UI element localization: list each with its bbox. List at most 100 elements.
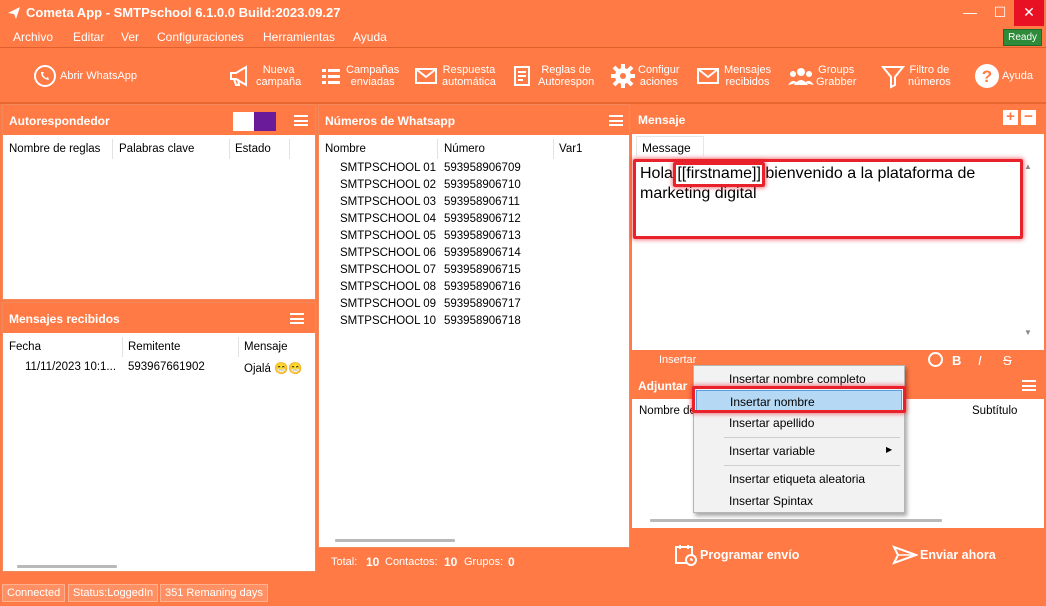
megaphone-icon (228, 63, 254, 89)
col-keywords[interactable]: Palabras clave (119, 143, 194, 155)
open-whatsapp-label: Abrir WhatsApp (60, 70, 138, 82)
mail-reply-icon (414, 63, 440, 89)
autoresponder-rules-button[interactable]: Reglas de Autorespon (510, 48, 594, 104)
new-campaign-button[interactable]: Nueva campaña (228, 48, 301, 104)
app-logo-icon (8, 7, 20, 19)
remove-message-icon[interactable]: − (1021, 109, 1036, 125)
table-row[interactable]: SMTPSCHOOL 04 593958906712 (319, 212, 629, 229)
menu-insert-variable[interactable]: Insertar variable ▶ (696, 440, 902, 461)
row-name: SMTPSCHOOL 05 (340, 230, 437, 242)
menu-ver[interactable]: Ver (121, 30, 139, 44)
status-connected: Connected (2, 584, 66, 602)
color-toggle-white[interactable] (233, 112, 254, 131)
table-row[interactable]: 11/11/2023 10:1... 593967661902 Ojalá 😁😁 (3, 360, 315, 377)
title-bar: Cometa App - SMTPschool 6.1.0.0 Build:20… (0, 0, 1046, 26)
col-date[interactable]: Fecha (9, 341, 41, 353)
table-row[interactable]: SMTPSCHOOL 06 593958906714 (319, 246, 629, 263)
table-row[interactable]: SMTPSCHOOL 01 593958906709 (319, 161, 629, 178)
envelope-icon (696, 63, 722, 89)
received-hscrollbar[interactable] (17, 565, 117, 568)
menu-archivo[interactable]: Archivo (13, 30, 53, 44)
menu-item-label: Insertar Spintax (729, 494, 814, 508)
menu-item-label: Insertar etiqueta aleatoria (729, 472, 866, 486)
menu-item-label: Insertar apellido (729, 416, 815, 430)
open-whatsapp-button[interactable]: Abrir WhatsApp (32, 48, 137, 104)
row-number: 593958906715 (444, 264, 521, 276)
auto-reply-label-2: automática (442, 76, 496, 88)
message-header: Mensaje + − (632, 104, 1044, 134)
menu-item-label: Insertar variable (729, 444, 816, 458)
new-campaign-label-1: Nueva (262, 64, 295, 76)
menu-insert-last-name[interactable]: Insertar apellido (696, 412, 902, 433)
received-columns: Fecha Remitente Mensaje (3, 337, 315, 357)
col-rule-name[interactable]: Nombre de reglas (9, 143, 100, 155)
col-status[interactable]: Estado (235, 143, 271, 155)
col-var1[interactable]: Var1 (559, 143, 582, 155)
sent-campaigns-button[interactable]: Campañas enviadas (318, 48, 399, 104)
col-name[interactable]: Nombre (325, 143, 366, 155)
table-row[interactable]: SMTPSCHOOL 05 593958906713 (319, 229, 629, 246)
action-bar: Programar envío Enviar ahora (632, 530, 1046, 580)
italic-button[interactable]: I (978, 353, 982, 368)
add-message-icon[interactable]: + (1003, 109, 1018, 125)
groups-grabber-button[interactable]: Groups Grabber (788, 48, 856, 104)
menu-configuraciones[interactable]: Configuraciones (157, 30, 244, 44)
tab-message-1[interactable]: Message 1 (636, 136, 704, 169)
table-row[interactable]: SMTPSCHOOL 09 593958906717 (319, 297, 629, 314)
col-number[interactable]: Número (444, 143, 485, 155)
send-plane-icon (892, 545, 918, 565)
menu-insert-spintax[interactable]: Insertar Spintax (696, 490, 902, 511)
maximize-button[interactable]: ☐ (986, 0, 1014, 26)
whatsapp-numbers-panel: Números de Whatsapp Nombre Número Var1 S… (318, 104, 630, 548)
attachments-menu-icon[interactable] (1022, 380, 1036, 391)
send-now-button[interactable]: Enviar ahora (892, 542, 996, 568)
numbers-hscrollbar[interactable] (335, 539, 455, 542)
received-menu-icon[interactable] (290, 313, 304, 324)
table-row[interactable]: SMTPSCHOOL 07 593958906715 (319, 263, 629, 280)
close-button[interactable]: ✕ (1014, 0, 1044, 26)
row-number: 593958906716 (444, 281, 521, 293)
col-message[interactable]: Mensaje (244, 341, 287, 353)
menu-herramientas[interactable]: Herramientas (263, 30, 335, 44)
menu-insert-random-tag[interactable]: Insertar etiqueta aleatoria (696, 468, 902, 489)
numbers-footer: Total: 10 Contactos: 10 Grupos: 0 (318, 550, 630, 574)
status-remaining-days: 351 Remaning days (160, 584, 268, 602)
scroll-up-arrow[interactable]: ▲ (1024, 162, 1032, 171)
table-row[interactable]: SMTPSCHOOL 03 593958906711 (319, 195, 629, 212)
highlight-firstname (673, 162, 765, 187)
row-name: SMTPSCHOOL 08 (340, 281, 437, 293)
filter-label-1: Filtro de (909, 64, 950, 76)
strike-button[interactable]: S (1003, 353, 1012, 368)
menu-editar[interactable]: Editar (73, 30, 104, 44)
schedule-send-button[interactable]: Programar envío (674, 542, 799, 568)
numbers-menu-icon[interactable] (609, 115, 623, 126)
table-row[interactable]: SMTPSCHOOL 10 593958906718 (319, 314, 629, 331)
col-sender[interactable]: Remitente (128, 341, 180, 353)
settings-button[interactable]: Configur aciones (610, 48, 680, 104)
minimize-button[interactable]: — (956, 0, 984, 26)
received-messages-button[interactable]: Mensajes recibidos (696, 48, 771, 104)
menu-bar: Archivo Editar Ver Configuraciones Herra… (0, 26, 1046, 48)
menu-ayuda[interactable]: Ayuda (353, 30, 387, 44)
col-attachment-name[interactable]: Nombre de (639, 405, 696, 417)
color-toggle-purple[interactable] (254, 112, 276, 131)
col-subtitle[interactable]: Subtítulo (972, 405, 1017, 417)
bold-button[interactable]: B (952, 353, 961, 368)
users-group-icon (788, 63, 814, 89)
help-button[interactable]: ? Ayuda (974, 48, 1033, 104)
number-filter-button[interactable]: Filtro de números (880, 48, 951, 104)
scroll-down-arrow[interactable]: ▼ (1024, 328, 1032, 337)
rules-label-1: Reglas de (541, 64, 591, 76)
received-sender: 593967661902 (128, 361, 205, 373)
emoji-icon[interactable] (928, 352, 943, 367)
sent-campaigns-label-1: Campañas (346, 64, 400, 76)
table-row[interactable]: SMTPSCHOOL 02 593958906710 (319, 178, 629, 195)
auto-reply-button[interactable]: Respuesta automática (414, 48, 496, 104)
received-header: Mensajes recibidos (3, 303, 315, 333)
table-row[interactable]: SMTPSCHOOL 08 593958906716 (319, 280, 629, 297)
attachments-hscrollbar[interactable] (650, 519, 942, 522)
autoresponder-menu-icon[interactable] (294, 115, 308, 126)
insert-button[interactable]: Insertar (659, 354, 696, 366)
groups-label-1: Groups (818, 64, 855, 76)
received-label-2: recibidos (725, 76, 770, 88)
